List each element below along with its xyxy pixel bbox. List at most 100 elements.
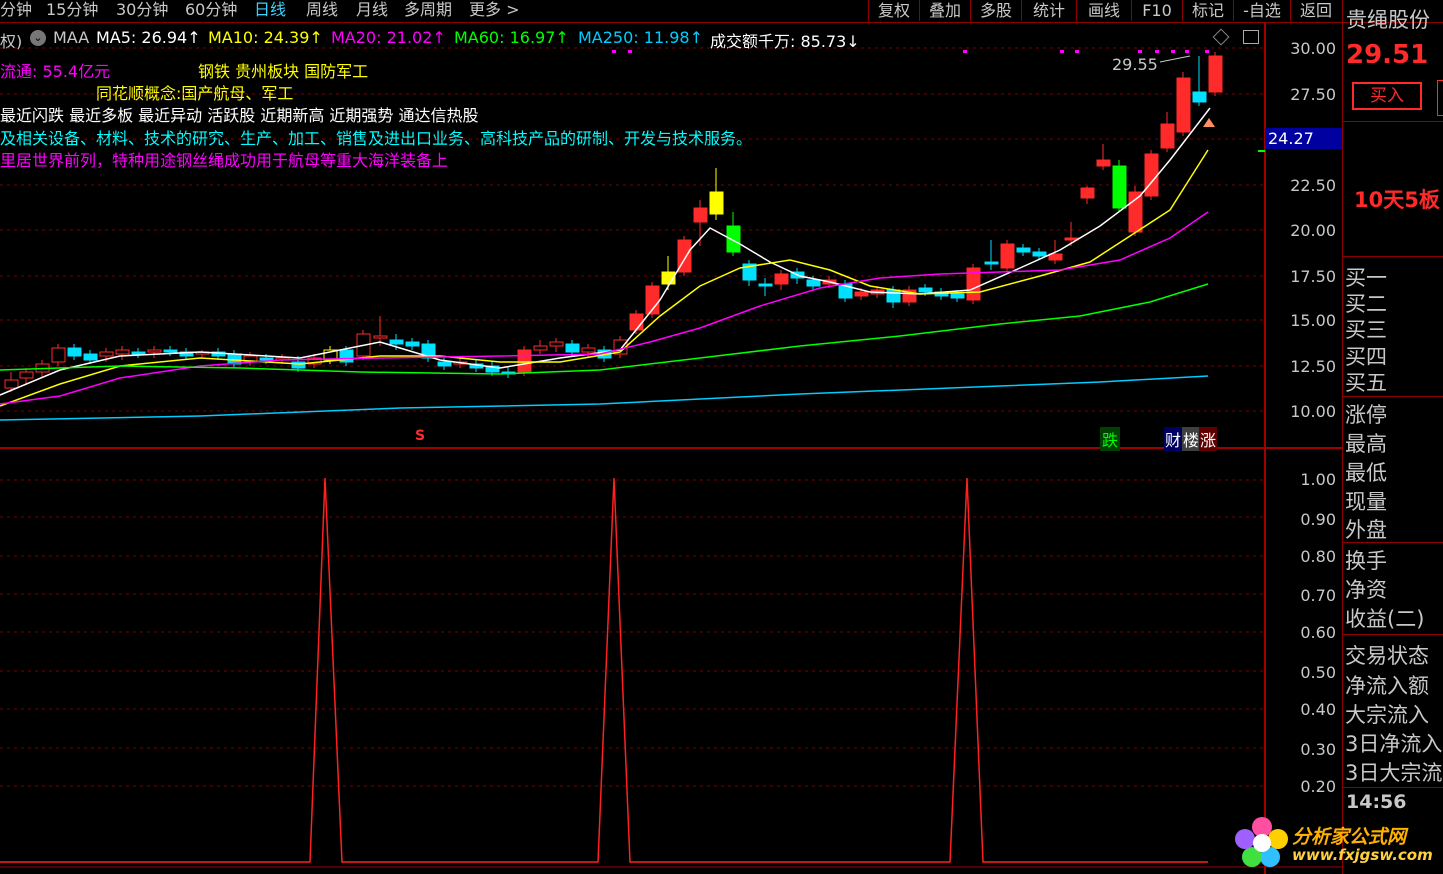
candle-body	[437, 361, 452, 367]
indicator-axis-label: 0.70	[1300, 586, 1336, 605]
candle-body	[1016, 247, 1031, 253]
field-turnover: 换手	[1345, 549, 1387, 573]
candle-body	[581, 347, 596, 353]
candle-body	[131, 351, 146, 355]
candle-body	[1144, 153, 1159, 197]
indicator-axis-label: 0.80	[1300, 547, 1336, 566]
candle-body	[1000, 243, 1015, 269]
field-eps: 收益(二)	[1345, 607, 1425, 631]
field-outer: 外盘	[1345, 518, 1387, 542]
field-3d-block: 3日大宗流	[1345, 761, 1443, 785]
candle-body	[163, 349, 178, 353]
current-price-marker: 24.27	[1265, 128, 1342, 149]
candle-body	[1176, 77, 1191, 133]
candle-body	[1208, 55, 1223, 93]
candle-body	[774, 273, 789, 285]
stock-name: 贵绳股份	[1346, 8, 1430, 32]
candle-body	[854, 291, 869, 297]
candle-body	[1048, 253, 1063, 261]
candle-body	[1192, 91, 1207, 103]
candle-body	[984, 261, 999, 265]
field-limit-up: 涨停	[1345, 403, 1387, 427]
event-label-die: 跌	[1100, 427, 1121, 451]
field-low: 最低	[1345, 461, 1387, 485]
divider	[1342, 634, 1443, 635]
indicator-axis-label: 0.20	[1300, 777, 1336, 796]
last-price: 29.51	[1346, 40, 1429, 70]
field-high: 最高	[1345, 432, 1387, 456]
divider	[1342, 542, 1443, 543]
candle-body	[1080, 187, 1095, 199]
candle-body	[565, 343, 580, 353]
candle-body	[389, 339, 404, 345]
candle-body	[19, 371, 34, 379]
candle-body	[373, 335, 388, 339]
signal-line	[0, 477, 1208, 863]
candle-body	[1032, 251, 1047, 257]
candle-body	[886, 289, 901, 303]
field-block-inflow: 大宗流入	[1345, 703, 1429, 727]
price-axis-label: 27.50	[1290, 85, 1336, 104]
candle-body	[99, 351, 114, 357]
indicator-axis-label: 0.30	[1300, 740, 1336, 759]
price-axis-label: 10.00	[1290, 402, 1336, 421]
candle-body	[405, 341, 420, 347]
event-label-cai: 财	[1164, 427, 1183, 451]
divider	[1342, 396, 1443, 397]
field-3d-net-inflow: 3日净流入	[1345, 732, 1443, 756]
field-trade-status: 交易状态	[1345, 644, 1429, 668]
ma20-line	[0, 211, 1209, 405]
event-label-zhang: 涨	[1199, 427, 1218, 451]
indicator-axis-label: 0.40	[1300, 700, 1336, 719]
candle-body	[83, 353, 98, 361]
candle-body	[147, 349, 162, 353]
flower-logo-icon	[1235, 817, 1288, 867]
candle-body	[549, 341, 564, 347]
watermark-url: www.fxjgsw.com	[1292, 846, 1433, 864]
field-net-inflow: 净流入额	[1345, 674, 1429, 698]
candle-body	[1112, 165, 1127, 209]
bid-level-3: 买三	[1345, 318, 1387, 342]
indicator-axis-label: 0.60	[1300, 623, 1336, 642]
candle-body	[115, 349, 130, 355]
event-label-lou: 楼	[1182, 427, 1201, 451]
price-axis-label: 15.00	[1290, 311, 1336, 330]
candle-body	[950, 293, 965, 299]
candle-body	[533, 345, 548, 351]
limit-up-streak: 10天5板	[1354, 188, 1440, 212]
price-axis-label: 30.00	[1290, 39, 1336, 58]
kline-chart	[0, 22, 1342, 874]
candle-body	[629, 313, 644, 331]
panel-toggle-icon[interactable]	[1243, 30, 1259, 44]
divider	[1342, 787, 1443, 788]
candle-body	[726, 225, 741, 253]
divider	[1342, 256, 1443, 257]
candle-body	[67, 347, 82, 357]
candle-body	[1160, 123, 1175, 149]
panel-divider	[1437, 80, 1443, 116]
ma250-line	[0, 375, 1209, 421]
candle-body	[758, 283, 773, 287]
indicator-axis-label: 0.50	[1300, 663, 1336, 682]
sell-signal-marker: S	[415, 428, 426, 444]
candle-body	[4, 379, 19, 389]
price-axis-label: 22.50	[1290, 176, 1336, 195]
candle-body	[259, 357, 274, 361]
peak-price-label: 29.55	[1112, 55, 1158, 74]
candle-body	[709, 191, 724, 215]
price-axis-label: 12.50	[1290, 357, 1336, 376]
candle-body	[918, 287, 933, 293]
indicator-axis-label: 0.90	[1300, 510, 1336, 529]
field-volume: 现量	[1345, 490, 1387, 514]
candle-body	[1128, 191, 1143, 233]
time-display: 14:56	[1346, 791, 1407, 813]
watermark-name: 分析家公式网	[1292, 826, 1407, 848]
divider	[1342, 121, 1443, 122]
indicator-axis-label: 1.00	[1300, 470, 1336, 489]
price-axis-label: 17.50	[1290, 267, 1336, 286]
candle-body	[693, 207, 708, 223]
buy-button[interactable]: 买入	[1352, 82, 1422, 110]
field-net-assets: 净资	[1345, 578, 1387, 602]
price-axis-label: 20.00	[1290, 221, 1336, 240]
candle-body	[51, 347, 66, 363]
